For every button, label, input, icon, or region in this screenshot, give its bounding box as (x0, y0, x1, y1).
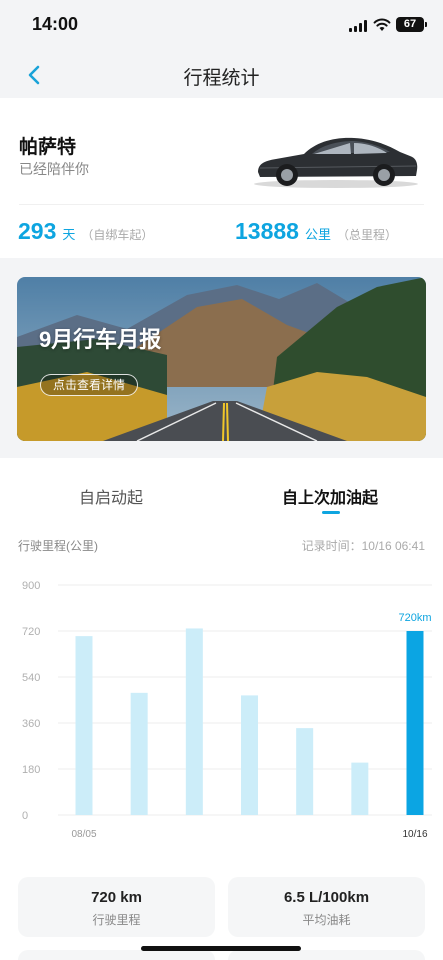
banner-landscape-image (17, 277, 426, 441)
y-tick-label: 180 (22, 764, 40, 776)
bar (351, 762, 369, 815)
distance-label: 行驶里程 (92, 913, 141, 927)
x-tick-label: 08/05 (71, 829, 96, 840)
car-card: 帕萨特 已经陪伴你 293 天 （自绑车起） 13888 公里 （总里程） (0, 98, 443, 258)
days-unit: 天 (62, 227, 76, 242)
summary-card-partial (228, 950, 425, 960)
bar (241, 695, 258, 815)
status-bar: 14:00 67 (0, 0, 443, 52)
x-tick-label: 10/16 (402, 829, 427, 840)
distance-summary-card: 720 km 行驶里程 (18, 877, 215, 937)
y-tick-label: 0 (22, 810, 28, 822)
bar (130, 692, 148, 815)
bar (185, 628, 203, 815)
car-subtitle: 已经陪伴你 (19, 161, 89, 177)
car-name: 帕萨特 (19, 137, 77, 158)
bar (296, 728, 314, 815)
car-image (254, 137, 418, 188)
days-stat: 293 天 （自绑车起） (18, 218, 153, 245)
battery-icon: 67 (396, 17, 427, 32)
cellular-signal-icon (349, 20, 367, 32)
tab-since-last-refuel[interactable]: 自上次加油起 (282, 484, 378, 508)
y-tick-label: 720 (22, 626, 40, 638)
y-tick-label: 360 (22, 718, 40, 730)
tab-since-start[interactable]: 自启动起 (79, 484, 143, 508)
fuel-consumption-label: 平均油耗 (302, 913, 351, 927)
fuel-consumption-value: 6.5 L/100km (283, 889, 370, 906)
y-tick-label: 540 (22, 672, 40, 684)
bar-highlighted (406, 631, 424, 815)
bar (75, 636, 93, 815)
banner-title: 9月行车月报 (39, 327, 162, 352)
distance-value: 720 km (91, 889, 142, 906)
status-time: 14:00 (32, 14, 79, 34)
active-tab-indicator (322, 511, 340, 514)
days-note: （自绑车起） (81, 228, 154, 242)
days-value: 293 (18, 218, 57, 244)
mileage-bar-chart: 900 720 540 360 180 0 08/05 10/16 720km (22, 580, 432, 840)
mileage-stats-section: 自启动起 自上次加油起 行驶里程(公里) 记录时间：10/16 06:41 90… (0, 458, 443, 960)
monthly-report-banner[interactable]: 9月行车月报 点击查看详情 (17, 277, 426, 441)
nav-bar: 行程统计 (0, 52, 443, 98)
mileage-value: 13888 (235, 218, 299, 244)
wifi-icon (373, 18, 391, 31)
y-tick-label: 900 (22, 580, 40, 592)
view-details-button[interactable]: 点击查看详情 (40, 374, 139, 396)
divider (19, 204, 424, 205)
mileage-note: （总里程） (336, 228, 397, 242)
summary-card-partial (18, 950, 215, 960)
fuel-consumption-card: 6.5 L/100km 平均油耗 (228, 877, 425, 937)
data-label: 720km (398, 612, 431, 624)
chart-label: 行驶里程(公里) (18, 539, 98, 553)
page-title: 行程统计 (183, 68, 260, 89)
home-indicator[interactable] (141, 946, 301, 951)
record-time: 记录时间：10/16 06:41 (301, 539, 425, 553)
mileage-stat: 13888 公里 （总里程） (235, 218, 397, 245)
mileage-unit: 公里 (304, 227, 331, 242)
